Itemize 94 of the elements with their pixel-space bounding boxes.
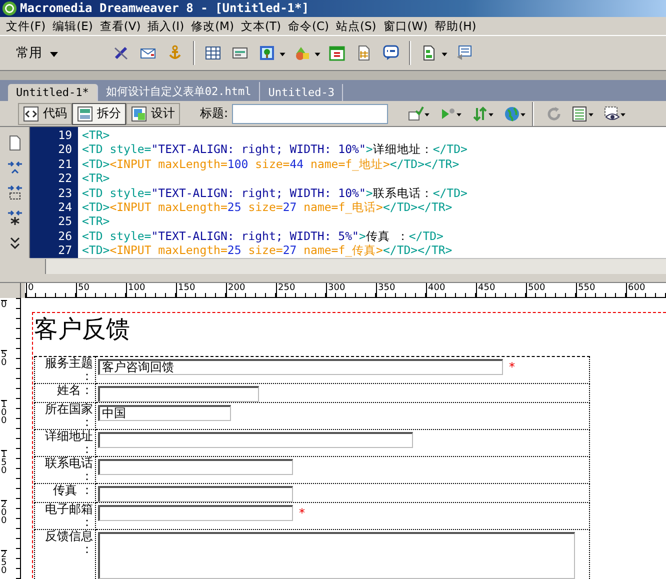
ruler-label: 150 (176, 283, 196, 297)
field-label: 所在国家： (34, 402, 96, 430)
menu-item[interactable]: 命令(C) (286, 18, 334, 34)
line-number: 27 (57, 243, 73, 258)
field-label: 电子邮箱： (34, 502, 96, 530)
design-icon (131, 106, 147, 122)
selection-icon[interactable] (6, 185, 22, 201)
ruler-label: 250 (276, 283, 296, 297)
caret-icon[interactable] (620, 110, 626, 116)
page-icon[interactable] (421, 45, 437, 62)
caret-icon[interactable] (520, 110, 526, 116)
window-title: Macromedia Dreamweaver 8 - [Untitled-1*] (20, 1, 309, 16)
required-mark: * (509, 360, 515, 374)
view-button[interactable]: 代码 (18, 102, 72, 124)
code-line: <TR> (82, 171, 111, 186)
menu-item[interactable]: 修改(M) (189, 18, 239, 34)
input-field[interactable]: 客户咨询回馈 (98, 359, 503, 375)
calendar-icon[interactable] (329, 45, 345, 62)
speech-bubble-icon[interactable] (383, 45, 399, 62)
code-line: <TD style="TEXT-ALIGN: right; WIDTH: 10%">详细地址：</TD> (82, 142, 468, 157)
ruler-label: 50 (76, 283, 90, 297)
ruler-label: 0 (26, 283, 34, 297)
caret-icon[interactable] (424, 110, 430, 116)
code-line: <TR> (82, 214, 111, 229)
input-field[interactable] (98, 505, 293, 521)
code-line: <TD style="TEXT-ALIGN: right; WIDTH: 10%">联系电话：</TD> (82, 186, 468, 200)
line-number: 21 (57, 156, 73, 172)
file-icon[interactable] (6, 135, 22, 151)
eye-icon[interactable] (604, 106, 620, 122)
page-heading: 客户反馈 (34, 315, 131, 343)
code-line: <TR> (82, 128, 111, 142)
picture-icon[interactable] (259, 45, 275, 62)
textarea-field[interactable] (98, 532, 575, 579)
field-label: 姓名： (34, 384, 96, 402)
view-button[interactable]: 拆分 (72, 102, 126, 124)
caret-icon[interactable] (488, 110, 494, 116)
category-dropdown[interactable]: 常用 (12, 42, 63, 64)
field-label: 传真 ： (34, 484, 96, 502)
code-line: <TD><INPUT maxLength=25 size=27 name=f_传真></TD></TR> (82, 243, 454, 258)
document-tab[interactable]: Untitled-1* (8, 84, 98, 101)
code-line: <TD><INPUT maxLength=100 size=44 name=f_地址></TD></TR> (82, 156, 460, 172)
menu-item[interactable]: 插入(I) (146, 18, 190, 34)
ruler-label: 600 (626, 283, 646, 297)
field-label: 联系电话： (34, 456, 96, 484)
split-icon (77, 106, 93, 122)
input-field[interactable] (98, 459, 293, 475)
field-label: 服务主题： (34, 356, 96, 384)
asterisk-icon[interactable] (6, 210, 22, 226)
input-field[interactable] (98, 486, 293, 502)
title-input[interactable] (232, 104, 388, 124)
line-number: 25 (57, 214, 73, 229)
title-label: 标题: (200, 105, 228, 122)
ruler-label: 550 (576, 283, 596, 297)
input-field[interactable] (98, 386, 259, 402)
list-icon[interactable] (572, 106, 588, 122)
line-number: 26 (57, 228, 73, 244)
input-field[interactable] (98, 432, 413, 448)
check-icon[interactable] (408, 106, 424, 122)
horizontal-scrollbar[interactable] (30, 258, 666, 274)
menu-item[interactable]: 编辑(E) (50, 18, 98, 34)
line-number: 20 (57, 142, 73, 157)
document-icon[interactable] (356, 45, 372, 62)
caret-icon[interactable] (456, 110, 462, 116)
code-line: <TD><INPUT maxLength=25 size=27 name=f_电话></TD></TR> (82, 200, 454, 214)
expand-icon[interactable] (6, 160, 22, 176)
line-number: 23 (57, 186, 73, 200)
ruler-label: 450 (476, 283, 496, 297)
line-number: 22 (57, 171, 73, 186)
menu-item[interactable]: 站点(S) (334, 18, 382, 34)
ruler-label: 500 (526, 283, 546, 297)
field-label: 反馈信息： (34, 530, 96, 579)
menu-item[interactable]: 查看(V) (98, 18, 146, 34)
table-icon[interactable] (205, 45, 221, 62)
logo-icon (2, 0, 17, 16)
code-icon (23, 106, 39, 122)
ruler-label: 100 (126, 283, 146, 297)
layout-icon[interactable] (232, 45, 248, 62)
ruler-label: 400 (426, 283, 446, 297)
code-line: <TD style="TEXT-ALIGN: right; WIDTH: 5%">传真 ：</TD> (82, 228, 444, 244)
ruler-label: 200 (226, 283, 246, 297)
required-mark: * (299, 506, 305, 520)
ruler-label: 300 (326, 283, 346, 297)
view-button[interactable]: 设计 (126, 102, 180, 124)
line-number: 24 (57, 200, 73, 214)
ruler-label: 350 (376, 283, 396, 297)
input-field[interactable]: 中国 (98, 405, 231, 421)
menu-item[interactable]: 文本(T) (238, 18, 286, 34)
form-icon[interactable] (456, 45, 472, 62)
menu-item[interactable]: 帮助(H) (432, 18, 482, 34)
menu-item[interactable]: 窗口(W) (381, 18, 433, 34)
caret-icon[interactable] (588, 110, 594, 116)
field-label: 详细地址： (34, 430, 96, 456)
line-number: 19 (57, 128, 73, 142)
menu-item[interactable]: 文件(F) (4, 18, 51, 34)
